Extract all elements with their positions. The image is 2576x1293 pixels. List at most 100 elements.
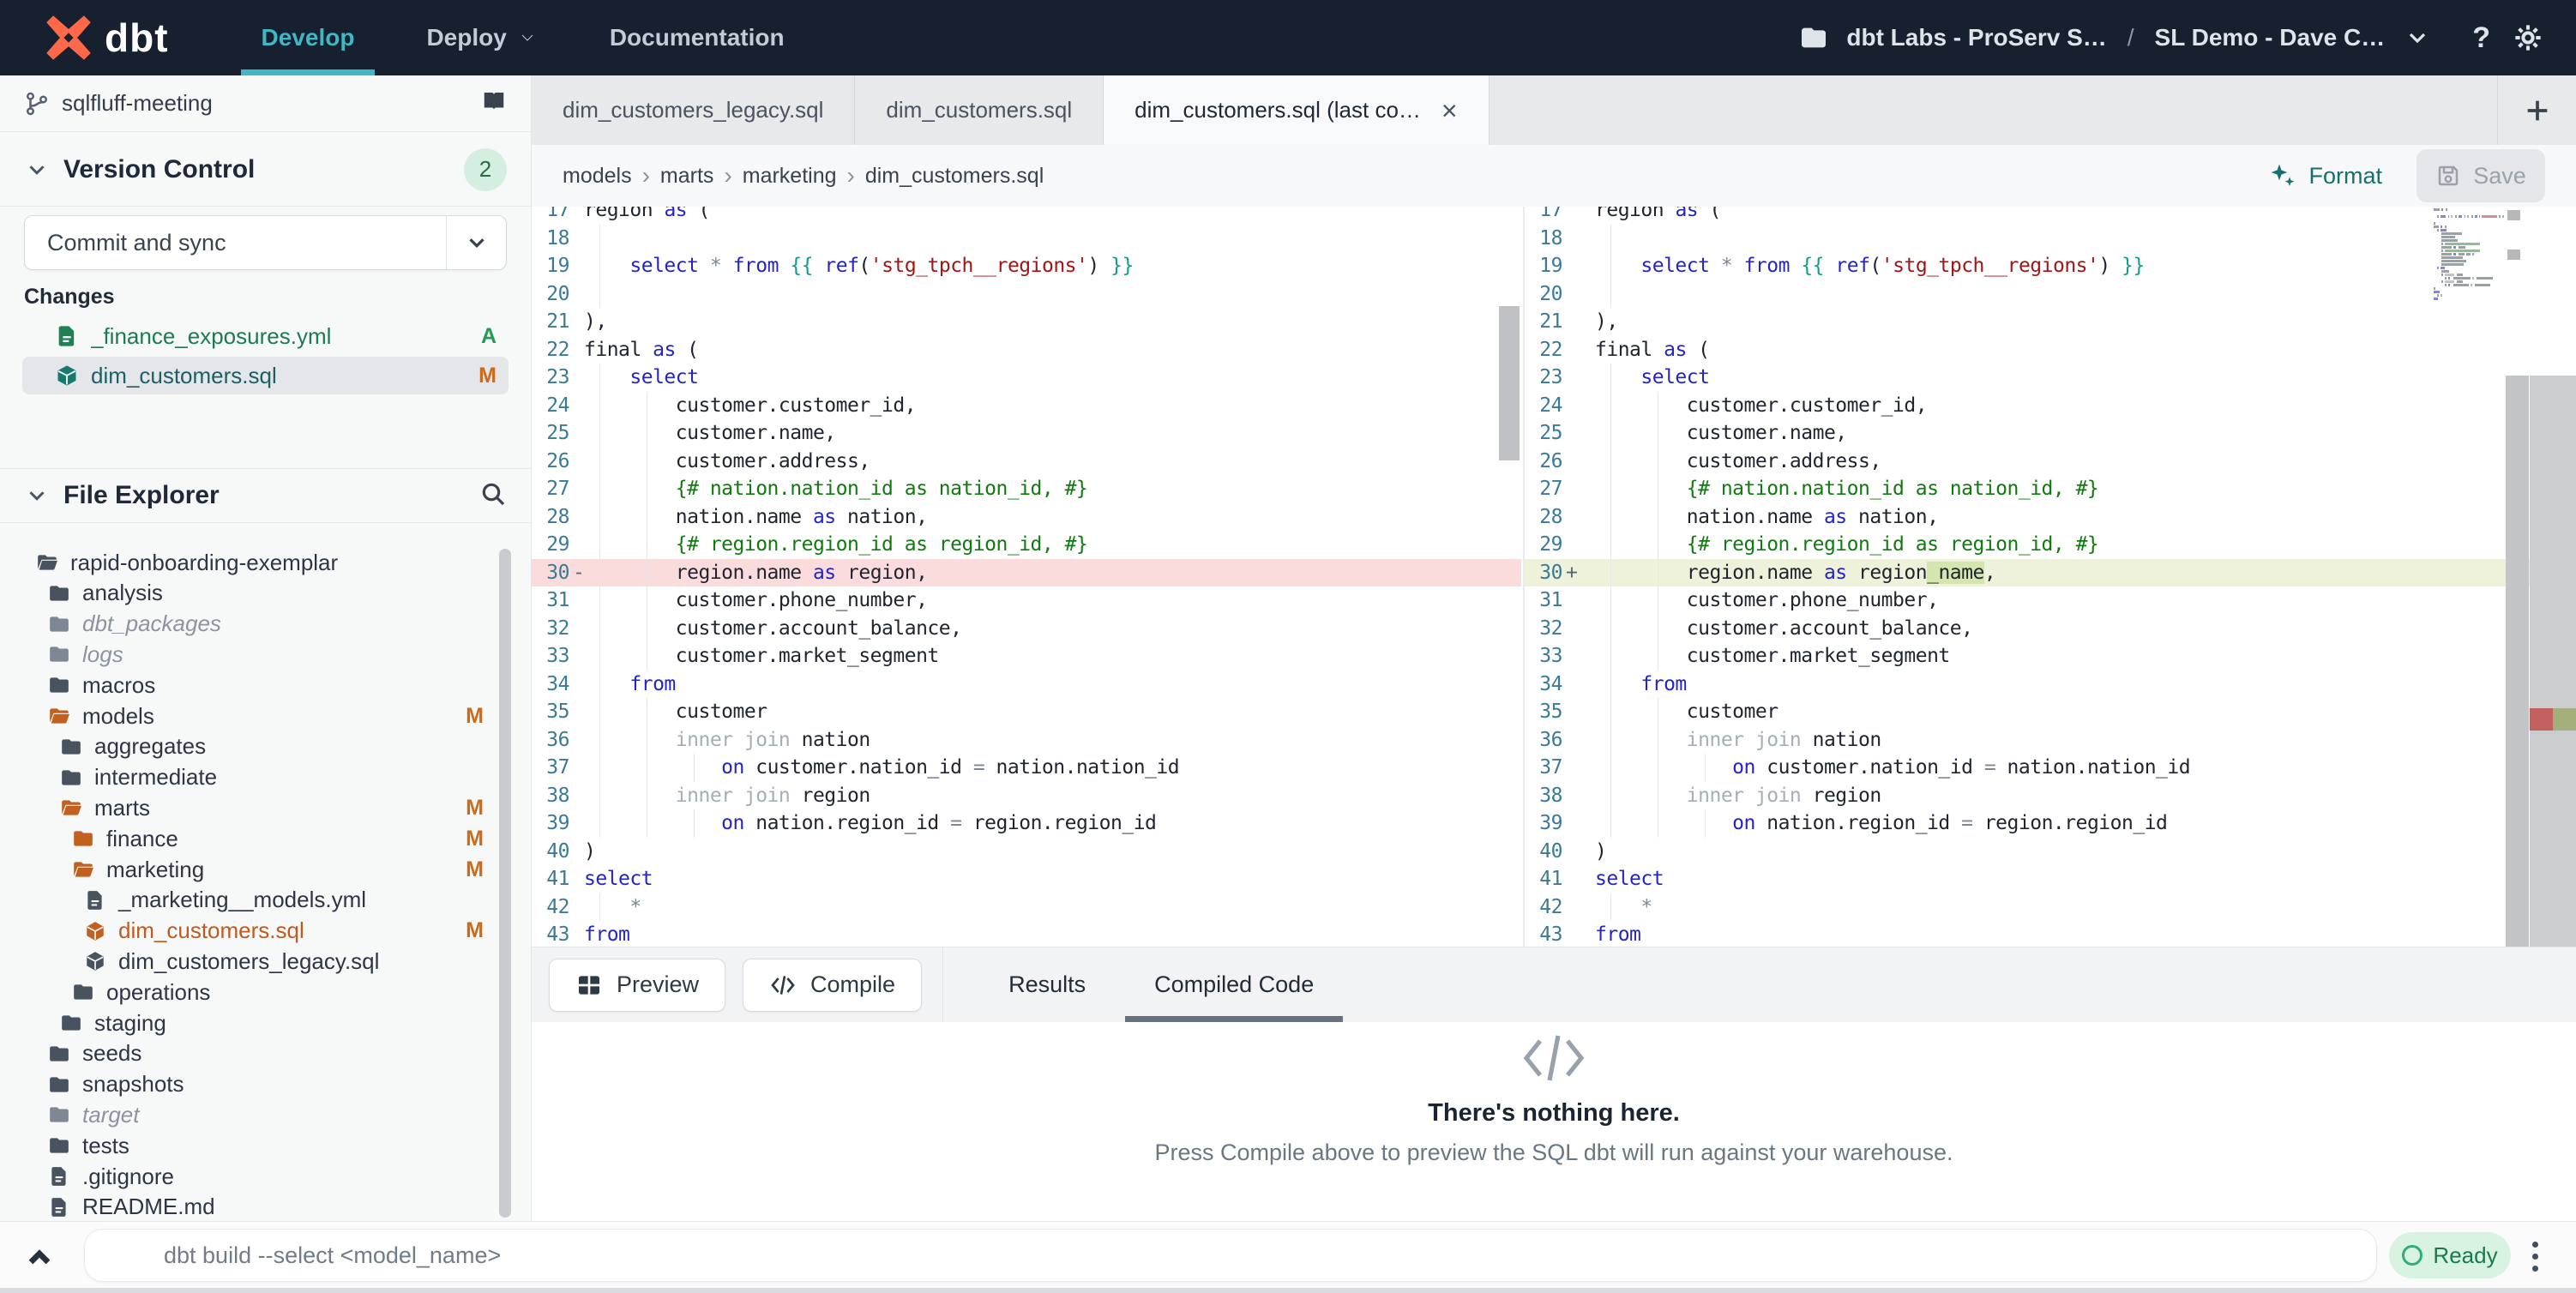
chevron-down-icon[interactable] [2404,24,2431,51]
code-line-30: 30+ region.name as region_name, [1525,559,2576,587]
changed-file-dim_customers.sql[interactable]: dim_customers.sqlM [22,357,509,394]
breadcrumb-models[interactable]: models [563,164,632,189]
nav-item-develop[interactable]: Develop [226,0,391,75]
line-number: 29 [532,531,569,559]
tree-item-README.md[interactable]: README.md [0,1192,515,1221]
folder-icon [58,1012,84,1034]
tree-item-label: analysis [82,580,163,606]
dbt-command-input[interactable] [84,1229,2377,1282]
version-control-header[interactable]: Version Control 2 [0,133,531,207]
diff-pane-original[interactable]: 17region as (1819 select * from {{ ref('… [532,207,1521,947]
code-line-21: 21), [1525,308,2576,336]
diff-pane-modified[interactable]: 17region as (1819 select * from {{ ref('… [1523,207,2576,947]
tree-item-macros[interactable]: macros [0,670,515,701]
tab-results[interactable]: Results [974,947,1120,1022]
line-number: 17 [1525,207,1562,225]
sidebar-scrollbar[interactable] [499,549,511,1218]
tree-item-aggregates[interactable]: aggregates [0,731,515,762]
tree-item-marts[interactable]: martsM [0,792,515,823]
expand-panel-button[interactable] [21,1241,60,1275]
commit-options-dropdown[interactable] [446,216,506,269]
tab-dim-customers-last-commit[interactable]: dim_customers.sql (last co… × [1104,75,1489,145]
nav-menu: Develop Deploy Documentation [226,0,821,75]
new-tab-button[interactable] [2497,75,2576,145]
tree-item-snapshots[interactable]: snapshots [0,1069,515,1100]
tree-item-analysis[interactable]: analysis [0,578,515,609]
tab-dim-customers[interactable]: dim_customers.sql [855,75,1104,145]
breadcrumb-file[interactable]: dim_customers.sql [865,164,1044,189]
close-icon[interactable]: × [1441,97,1458,124]
tree-item-finance[interactable]: financeM [0,823,515,854]
code-line-19: 19 select * from {{ ref('stg_tpch__regio… [1525,252,2576,280]
docs-book-icon[interactable] [481,88,507,118]
line-number: 31 [1525,586,1562,615]
line-number: 36 [1525,726,1562,755]
tree-item-dbt_packages[interactable]: dbt_packages [0,609,515,640]
file-explorer-title: File Explorer [63,481,466,510]
sidebar: sqlfluff-meeting Version Control 2 Commi… [0,75,532,1221]
compile-button[interactable]: Compile [743,959,922,1012]
line-number: 20 [532,280,569,309]
tree-item-staging[interactable]: staging [0,1007,515,1038]
minimap-thumb[interactable] [2507,250,2520,260]
breadcrumb-separator: › [713,162,742,189]
tree-item-operations[interactable]: operations [0,977,515,1007]
save-button[interactable]: Save [2417,149,2545,202]
commit-and-sync-button[interactable]: Commit and sync [24,215,507,270]
tree-item-target[interactable]: target [0,1099,515,1130]
help-button[interactable]: ? [2472,21,2490,55]
tree-item-dim_customers.sql[interactable]: dim_customers.sqlM [0,916,515,947]
line-number: 39 [532,809,569,838]
tree-item-_marketing__models.yml[interactable]: _marketing__models.yml [0,885,515,916]
folder-icon [46,1043,72,1065]
changed-file-_finance_exposures.yml[interactable]: _finance_exposures.ymlA [22,317,509,355]
environment-name[interactable]: SL Demo - Dave C… [2155,24,2386,51]
diff-editor[interactable]: 17region as (1819 select * from {{ ref('… [532,207,2576,947]
code-line-21: 21), [532,308,1521,336]
changed-file-name: _finance_exposures.yml [91,323,469,350]
tree-item-marketing[interactable]: marketingM [0,854,515,885]
tab-dim-customers-legacy[interactable]: dim_customers_legacy.sql [532,75,855,145]
dbt-logo[interactable]: dbt [45,14,169,62]
breadcrumb-marketing[interactable]: marketing [743,164,837,189]
gear-icon[interactable] [2514,24,2542,51]
code-line-30: 30- region.name as region, [532,559,1521,587]
kebab-menu-icon[interactable] [2526,1236,2543,1277]
project-name[interactable]: dbt Labs - ProServ S… [1846,24,2106,51]
tree-item-seeds[interactable]: seeds [0,1038,515,1069]
ready-circle-icon [2402,1245,2423,1266]
minimap-thumb[interactable] [2507,210,2520,220]
code-line-24: 24 customer.customer_id, [1525,392,2576,420]
preview-button[interactable]: Preview [549,959,725,1012]
tree-item-models[interactable]: modelsM [0,701,515,731]
format-button[interactable]: Format [2269,162,2382,189]
file-explorer-header[interactable]: File Explorer [0,468,531,523]
tree-item-.gitignore[interactable]: .gitignore [0,1161,515,1192]
line-number: 37 [1525,754,1562,782]
nav-item-documentation[interactable]: Documentation [574,0,821,75]
tree-item-logs[interactable]: logs [0,639,515,670]
git-status-letter: M [466,827,484,851]
nav-item-deploy[interactable]: Deploy [390,0,573,75]
panel-tab-label: Results [1008,971,1086,998]
editor-scrollbar[interactable] [2506,376,2529,947]
code-line-39: 39 on nation.region_id = region.region_i… [1525,809,2576,838]
editor-minimap[interactable] [2434,208,2504,311]
tree-item-label: aggregates [94,733,206,760]
folder-icon [46,1073,72,1096]
line-number: 21 [1525,308,1562,336]
line-number: 24 [532,392,569,420]
file-search-button[interactable] [479,480,507,512]
tree-item-tests[interactable]: tests [0,1130,515,1161]
tab-compiled-code[interactable]: Compiled Code [1120,947,1348,1022]
active-tab-underline [1125,1016,1343,1022]
tree-item-dim_customers_legacy.sql[interactable]: dim_customers_legacy.sql [0,946,515,977]
pane-scrollbar-thumb[interactable] [1499,306,1520,460]
tree-item-rapid-onboarding-exemplar[interactable]: rapid-onboarding-exemplar [0,547,515,578]
breadcrumb-marts[interactable]: marts [660,164,714,189]
tree-item-intermediate[interactable]: intermediate [0,762,515,793]
file-icon [55,324,79,348]
tree-item-label: tests [82,1133,129,1159]
git-branch-row[interactable]: sqlfluff-meeting [0,75,531,132]
line-number: 18 [532,225,569,253]
